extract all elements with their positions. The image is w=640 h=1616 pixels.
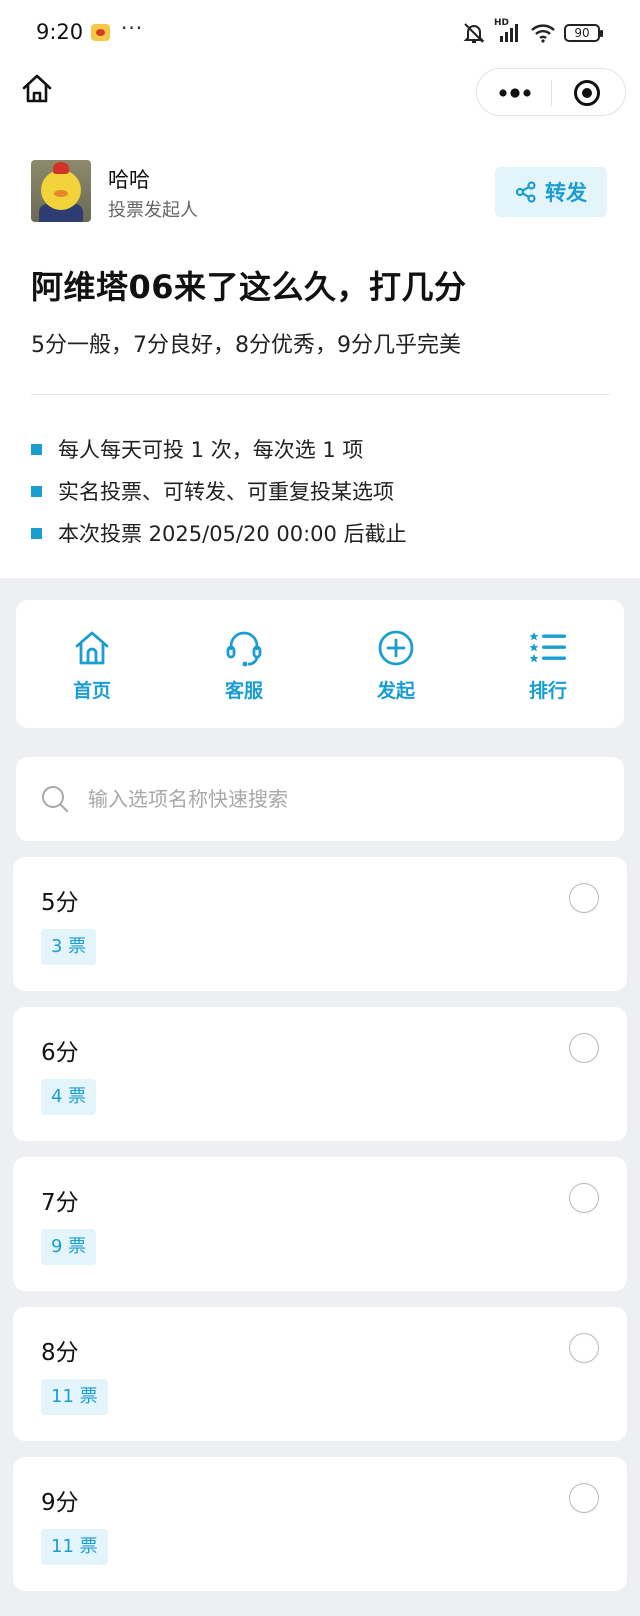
tool-ranking[interactable]: 排行 [472, 600, 624, 728]
vote-count-badge: 11 票 [41, 1379, 108, 1415]
option-item[interactable]: 6分 4 票 [13, 1007, 627, 1141]
headset-icon [226, 631, 262, 667]
home-nav-button[interactable] [20, 72, 54, 106]
rule-text: 每人每天可投 1 次，每次选 1 项 [58, 438, 364, 462]
tool-label: 首页 [72, 680, 111, 702]
bullet-square-icon [31, 527, 42, 539]
tool-label: 发起 [376, 680, 415, 702]
more-menu-button[interactable] [495, 83, 535, 103]
tool-label: 排行 [528, 680, 567, 702]
avatar[interactable] [31, 160, 91, 222]
battery-icon: 90 [564, 24, 603, 42]
more-dots-icon [499, 88, 531, 98]
plus-circle-icon [378, 630, 414, 666]
option-list: 5分 3 票 6分 4 票 7分 9 票 8分 11 票 9分 11 票 [13, 857, 627, 1607]
option-item[interactable]: 9分 11 票 [13, 1457, 627, 1591]
hd-label: HD [494, 18, 510, 28]
option-radio[interactable] [569, 1483, 599, 1513]
home-icon [75, 631, 109, 665]
mute-bell-icon [463, 23, 485, 43]
more-notifications-icon: ··· [121, 16, 144, 40]
author-role: 投票发起人 [108, 200, 198, 221]
option-name: 9分 [41, 1490, 79, 1516]
share-label: 转发 [545, 181, 587, 205]
bullet-square-icon [31, 485, 42, 497]
option-radio[interactable] [569, 1183, 599, 1213]
bullet-square-icon [31, 443, 42, 455]
weibo-notification-icon [91, 24, 110, 41]
target-close-icon [574, 80, 600, 106]
tool-label: 客服 [224, 680, 263, 702]
poll-subtitle: 5分一般，7分良好，8分优秀，9分几乎完美 [31, 333, 461, 358]
status-time: 9:20 [36, 20, 84, 44]
option-radio[interactable] [569, 1333, 599, 1363]
tool-service[interactable]: 客服 [168, 600, 320, 728]
option-radio[interactable] [569, 1033, 599, 1063]
rule-item: 实名投票、可转发、可重复投某选项 [31, 470, 407, 512]
search-icon [42, 786, 68, 812]
close-miniprogram-button[interactable] [573, 79, 601, 107]
vote-count-badge: 3 票 [41, 929, 97, 965]
share-button[interactable]: 转发 [495, 167, 607, 217]
vote-count-badge: 4 票 [41, 1079, 97, 1115]
miniprogram-capsule [476, 68, 626, 116]
option-name: 8分 [41, 1340, 79, 1366]
rule-item: 本次投票 2025/05/20 00:00 后截止 [31, 512, 407, 554]
rule-item: 每人每天可投 1 次，每次选 1 项 [31, 428, 407, 470]
share-icon [515, 181, 536, 203]
status-icons: HD 90 [462, 18, 603, 44]
quick-toolbar: 首页 客服 发起 排行 [16, 600, 624, 728]
poll-rules: 每人每天可投 1 次，每次选 1 项 实名投票、可转发、可重复投某选项 本次投票… [31, 428, 407, 554]
search-input[interactable] [88, 779, 588, 819]
vote-count-badge: 9 票 [41, 1229, 97, 1265]
wifi-icon [531, 24, 555, 43]
rule-text: 实名投票、可转发、可重复投某选项 [58, 480, 394, 504]
option-item[interactable]: 8分 11 票 [13, 1307, 627, 1441]
option-radio[interactable] [569, 883, 599, 913]
vote-count-badge: 11 票 [41, 1529, 108, 1565]
status-bar: 9:20 ··· HD 90 [0, 0, 640, 62]
poll-title: 阿维塔06来了这么久，打几分 [31, 268, 467, 306]
signal-icon: HD [494, 18, 522, 44]
ranking-list-icon [529, 632, 566, 663]
author-name: 哈哈 [108, 168, 150, 192]
option-name: 6分 [41, 1040, 79, 1066]
house-icon [22, 74, 52, 103]
option-item[interactable]: 7分 9 票 [13, 1157, 627, 1291]
divider [31, 394, 610, 395]
option-item[interactable]: 5分 3 票 [13, 857, 627, 991]
option-name: 7分 [41, 1190, 79, 1216]
rule-text: 本次投票 2025/05/20 00:00 后截止 [58, 522, 407, 546]
tool-create[interactable]: 发起 [320, 600, 472, 728]
capsule-divider [551, 80, 552, 106]
tool-home[interactable]: 首页 [16, 600, 168, 728]
search-bar [16, 757, 624, 841]
option-name: 5分 [41, 890, 79, 916]
